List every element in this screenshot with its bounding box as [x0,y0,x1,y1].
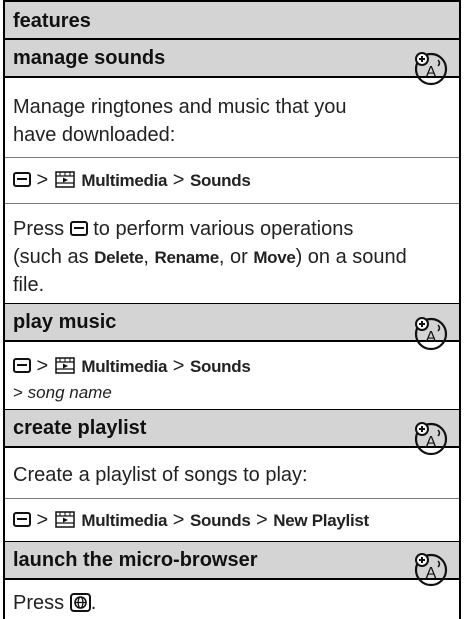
svg-text:A: A [426,329,437,346]
menu-key-icon [69,221,88,236]
manage-sounds-press-line1: Press to perform various operations [13,218,354,240]
browser-key-icon [69,593,91,612]
create-playlist-description: Create a playlist of songs to play: [13,464,308,486]
create-playlist-path: > Multimedia > Sounds > New Playlist [13,507,369,534]
table-header-label: features [13,10,91,32]
section-header-launch-browser: launch the micro-browser [5,542,459,580]
network-feature-icon: A [414,317,448,351]
multimedia-icon [55,171,75,188]
multimedia-icon [55,511,75,528]
network-feature-icon: A [414,52,448,86]
play-music-path-line2: > song name [13,383,112,402]
section-title: manage sounds [13,47,166,69]
divider [5,203,459,204]
network-feature-icon: A [414,422,448,456]
manage-sounds-path: > Multimedia > Sounds [13,167,251,194]
manage-sounds-description-line2: have downloaded: [13,124,176,146]
manage-sounds-description-line1: Manage ringtones and music that you [13,96,347,118]
manage-sounds-press-line3: file. [13,274,45,296]
menu-key-icon [13,512,31,527]
launch-browser-instruction: Press . [13,592,97,614]
table-header: features [5,0,459,40]
section-title: play music [13,311,117,333]
divider [5,157,459,158]
multimedia-icon [55,357,75,374]
features-table: features manage sounds A Manage ringtone… [3,0,461,619]
network-feature-icon: A [414,553,448,587]
section-title: launch the micro-browser [13,549,258,571]
section-header-play-music: play music [5,304,459,342]
divider [5,498,459,499]
svg-text:A: A [426,64,437,81]
play-music-path: > Multimedia > Sounds [13,353,251,380]
manage-sounds-press-line2: (such as Delete, Rename, or Move) on a s… [13,246,407,268]
section-title: create playlist [13,417,147,439]
menu-key-icon [13,172,31,187]
svg-text:A: A [426,565,437,582]
section-header-create-playlist: create playlist [5,410,459,448]
svg-text:A: A [426,434,437,451]
section-header-manage-sounds: manage sounds [5,40,459,78]
menu-key-icon [13,358,31,373]
